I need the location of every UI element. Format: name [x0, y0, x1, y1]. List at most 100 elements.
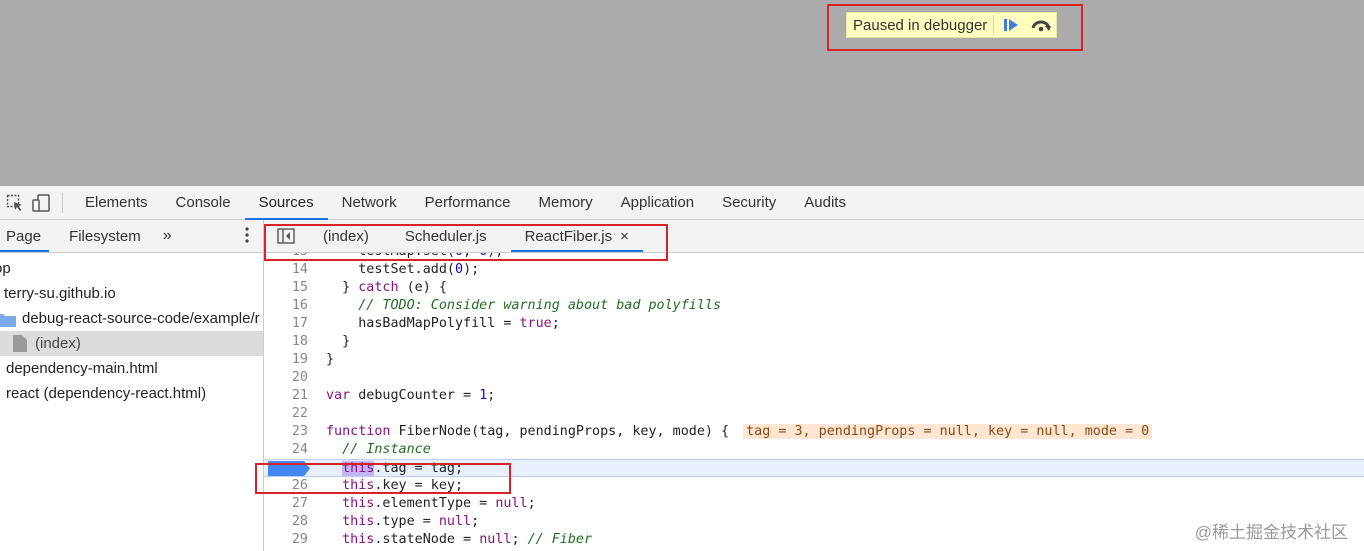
tab-sources[interactable]: Sources — [244, 186, 328, 220]
line-source: this.type = null; — [342, 514, 480, 529]
device-toolbar-icon[interactable] — [30, 192, 52, 214]
code-line: 24 // Instance — [264, 441, 1364, 459]
folder-icon — [0, 311, 16, 327]
tab-performance[interactable]: Performance — [411, 186, 525, 219]
line-source: this.key = key; — [342, 478, 464, 493]
resume-icon[interactable] — [1000, 14, 1022, 36]
code-area[interactable]: 13 testMap.set(0, 0); 14 testSet.add(0);… — [264, 253, 1364, 551]
code-line: 16 // TODO: Consider warning about bad p… — [264, 297, 1364, 315]
line-number[interactable]: 18 — [264, 333, 308, 351]
line-source: testSet.add(0); — [326, 262, 480, 277]
sources-navigator: Page Filesystem » op terry-su.github.io … — [0, 220, 264, 551]
tree-item-index[interactable]: (index) — [0, 331, 263, 356]
line-source: } catch (e) { — [326, 280, 447, 295]
tab-audits[interactable]: Audits — [790, 186, 860, 219]
tree-item-dependency-main[interactable]: dependency-main.html — [0, 356, 263, 381]
code-editor: (index) Scheduler.js ReactFiber.js × 13 … — [264, 220, 1364, 551]
code-line: 22 — [264, 405, 1364, 423]
line-number[interactable]: 21 — [264, 387, 308, 405]
line-source: hasBadMapPolyfill = true; — [326, 316, 560, 331]
editor-tab-scheduler[interactable]: Scheduler.js — [391, 220, 501, 252]
file-tree: op terry-su.github.io debug-react-source… — [0, 253, 263, 406]
inspect-element-icon[interactable] — [4, 192, 26, 214]
toolbar-separator — [62, 192, 63, 213]
line-number[interactable]: 27 — [264, 495, 308, 513]
code-line: 21 var debugCounter = 1; — [264, 387, 1364, 405]
code-line: 23 function FiberNode(tag, pendingProps, … — [264, 423, 1364, 441]
line-source: var debugCounter = 1; — [326, 388, 496, 403]
line-number[interactable]: 13 — [264, 253, 308, 261]
tree-item-label: react (dependency-react.html) — [6, 385, 207, 402]
breakpoint-marker[interactable]: 25 — [268, 461, 312, 512]
tab-application[interactable]: Application — [607, 186, 708, 219]
line-number[interactable]: 19 — [264, 351, 308, 369]
editor-tab-label: (index) — [323, 227, 369, 245]
code-line: 19} — [264, 351, 1364, 369]
tab-security[interactable]: Security — [708, 186, 790, 219]
code-line: 18 } — [264, 333, 1364, 351]
line-number[interactable]: 14 — [264, 261, 308, 279]
line-number[interactable]: 17 — [264, 315, 308, 333]
main-tabbar: Elements Console Sources Network Perform… — [0, 186, 1364, 220]
code-line: 20 — [264, 369, 1364, 387]
tree-item-label: (index) — [35, 335, 81, 352]
tree-item-react-dependency[interactable]: react (dependency-react.html) — [0, 381, 263, 406]
toggle-navigator-icon[interactable] — [275, 228, 297, 244]
code-line: 27 this.elementType = null; — [264, 495, 1364, 513]
tree-item-folder[interactable]: debug-react-source-code/example/r — [0, 306, 263, 331]
tree-item-origin[interactable]: terry-su.github.io — [0, 281, 263, 306]
line-number[interactable]: 15 — [264, 279, 308, 297]
current-execution-line: 25 this.tag = tag; — [264, 459, 1364, 512]
line-number[interactable]: 28 — [264, 513, 308, 531]
editor-tab-reactfiber[interactable]: ReactFiber.js × — [510, 220, 644, 253]
line-source: } — [326, 352, 335, 367]
close-tab-icon[interactable]: × — [620, 220, 629, 253]
nav-tab-page[interactable]: Page — [0, 220, 50, 252]
line-number[interactable]: 24 — [264, 441, 308, 459]
navigator-tabs: Page Filesystem » — [0, 220, 263, 253]
code-line: 17 hasBadMapPolyfill = true; — [264, 315, 1364, 333]
line-number[interactable]: 22 — [264, 405, 308, 423]
tab-memory[interactable]: Memory — [525, 186, 607, 219]
line-number[interactable]: 29 — [264, 531, 308, 549]
tab-console[interactable]: Console — [162, 186, 245, 219]
nav-tab-filesystem[interactable]: Filesystem — [63, 220, 149, 252]
tab-network[interactable]: Network — [328, 186, 411, 219]
watermark-text: @稀土掘金技术社区 — [1194, 523, 1348, 542]
inline-variable-values: tag = 3, pendingProps = null, key = null… — [743, 424, 1153, 439]
tree-item-label: op — [0, 260, 11, 277]
code-line: 26 this.key = key; — [264, 477, 1364, 495]
page-viewport: Paused in debugger — [0, 0, 1364, 186]
editor-tab-label: ReactFiber.js — [524, 227, 613, 245]
line-source: // TODO: Consider warning about bad poly… — [326, 298, 722, 313]
line-source: this.elementType = null; — [342, 496, 536, 511]
paused-label: Paused in debugger — [853, 16, 988, 34]
line-number[interactable]: 20 — [264, 369, 308, 387]
tab-elements[interactable]: Elements — [71, 186, 162, 219]
tree-item-label: terry-su.github.io — [4, 285, 116, 302]
code-line: 14 testSet.add(0); — [264, 261, 1364, 279]
line-number[interactable]: 16 — [264, 297, 308, 315]
paused-in-debugger-overlay: Paused in debugger — [846, 12, 1058, 38]
line-source: this.stateNode = null; // Fiber — [342, 532, 593, 547]
editor-tabs: (index) Scheduler.js ReactFiber.js × — [264, 220, 1364, 253]
line-number[interactable]: 26 — [264, 477, 308, 495]
editor-tab-index[interactable]: (index) — [309, 220, 383, 252]
line-source: } — [326, 334, 351, 349]
line-number[interactable]: 23 — [264, 423, 308, 441]
step-over-icon[interactable] — [1030, 14, 1052, 36]
line-source: testMap.set(0, 0); — [326, 253, 503, 261]
code-line: 13 testMap.set(0, 0); — [264, 253, 1364, 261]
more-tabs-icon[interactable]: » — [163, 227, 172, 245]
editor-tab-label: Scheduler.js — [404, 227, 487, 245]
kebab-menu-icon[interactable] — [245, 227, 249, 247]
line-source: // Instance — [326, 442, 431, 457]
tree-item-label: dependency-main.html — [6, 360, 158, 377]
code-line: 15 } catch (e) { — [264, 279, 1364, 297]
overlay-separator — [993, 15, 995, 35]
devtools-panel: Elements Console Sources Network Perform… — [0, 186, 1364, 551]
tree-item-label: debug-react-source-code/example/r — [22, 310, 260, 327]
file-icon — [13, 335, 27, 352]
tree-item-top[interactable]: op — [0, 256, 263, 281]
line-source: function FiberNode(tag, pendingProps, ke… — [326, 423, 1153, 441]
